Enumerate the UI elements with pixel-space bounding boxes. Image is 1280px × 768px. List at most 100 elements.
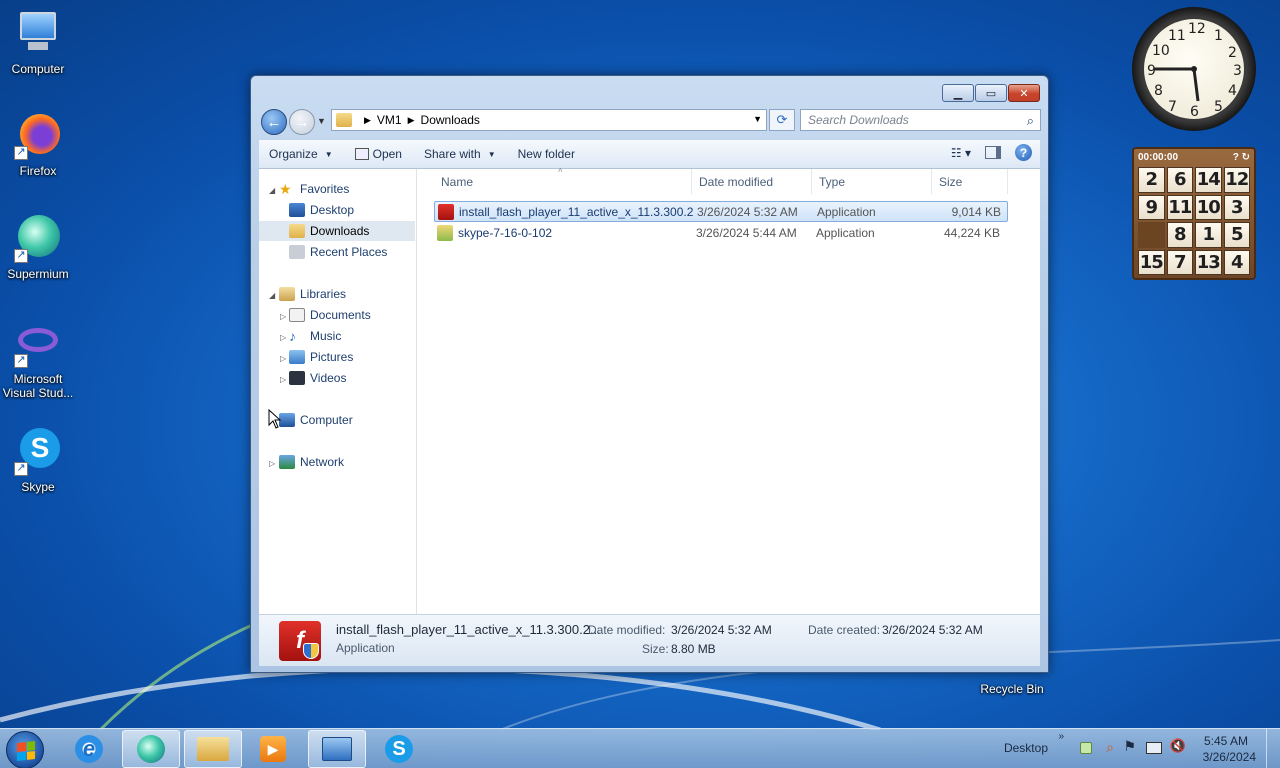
- desktop-icon-supermium[interactable]: ↗ Supermium: [0, 215, 76, 281]
- preview-pane-icon[interactable]: [985, 146, 1001, 159]
- puzzle-grid: 2 6 14 12 9 11 10 3 8 1 5 15 7 13 4: [1138, 167, 1250, 275]
- desktop-icon-computer[interactable]: Computer: [0, 10, 76, 76]
- star-icon: ★: [279, 181, 292, 197]
- installer-package-icon: [437, 224, 453, 241]
- toolbar-overflow-icon[interactable]: »: [1058, 731, 1064, 742]
- chevron-right-icon[interactable]: ▶: [408, 115, 415, 126]
- folder-icon: [336, 113, 352, 127]
- puzzle-tile[interactable]: 7: [1166, 249, 1193, 275]
- taskbar-internet-explorer[interactable]: e: [60, 730, 118, 768]
- puzzle-tile[interactable]: 2: [1138, 167, 1165, 193]
- column-header-size[interactable]: Size: [932, 169, 1008, 194]
- expand-icon[interactable]: ▷: [280, 354, 286, 363]
- clock-date[interactable]: 3/26/2024: [1203, 750, 1256, 764]
- details-pane: f install_flash_player_11_active_x_11.3.…: [259, 614, 1040, 666]
- puzzle-empty-slot[interactable]: [1138, 222, 1165, 248]
- column-header-type[interactable]: Type: [812, 169, 932, 194]
- expand-icon[interactable]: ▷: [280, 375, 286, 384]
- recent-places-icon: [289, 245, 305, 259]
- details-size-label: Size:: [642, 642, 669, 656]
- taskbar-control-panel[interactable]: [308, 730, 366, 768]
- file-row-skype-installer[interactable]: skype-7-16-0-102 3/26/2024 5:44 AM Appli…: [434, 222, 1008, 243]
- taskbar-windows-explorer[interactable]: [184, 730, 242, 768]
- nav-videos[interactable]: Videos: [289, 368, 346, 388]
- new-folder-button[interactable]: New folder: [508, 147, 587, 161]
- breadcrumb-downloads[interactable]: Downloads: [421, 113, 480, 127]
- network-status-icon[interactable]: [1146, 742, 1162, 754]
- close-button[interactable]: ✕: [1008, 84, 1040, 102]
- breadcrumb-vm1[interactable]: VM1: [377, 113, 402, 127]
- desktop-icon-visual-studio[interactable]: ↗ Microsoft Visual Stud...: [0, 320, 76, 400]
- expand-icon[interactable]: ▷: [280, 312, 286, 321]
- nav-pictures[interactable]: Pictures: [289, 347, 353, 367]
- share-with-button[interactable]: Share with ▼: [414, 147, 508, 161]
- action-center-flag-icon[interactable]: ⚑: [1123, 738, 1136, 755]
- puzzle-tile[interactable]: 4: [1223, 249, 1250, 275]
- taskbar-supermium[interactable]: [122, 730, 180, 768]
- refresh-button[interactable]: ⟳: [769, 109, 795, 131]
- file-row-flash-installer[interactable]: install_flash_player_11_active_x_11.3.30…: [434, 201, 1008, 222]
- column-header-name[interactable]: Name: [434, 169, 692, 194]
- tray-search-icon[interactable]: ⌕: [1106, 739, 1114, 756]
- taskbar-skype[interactable]: S: [370, 730, 428, 768]
- slide-puzzle-gadget[interactable]: 00:00:00 ? ↻ 2 6 14 12 9 11 10 3 8 1 5 15 7 13 4: [1132, 147, 1256, 280]
- nav-favorites[interactable]: ★ Favorites: [279, 179, 349, 199]
- puzzle-tile[interactable]: 1: [1195, 222, 1222, 248]
- nav-recent-places[interactable]: Recent Places: [289, 242, 387, 262]
- start-button[interactable]: [6, 731, 44, 768]
- organize-button[interactable]: Organize ▼: [259, 147, 345, 161]
- puzzle-tile[interactable]: 8: [1166, 222, 1193, 248]
- music-icon: ♪: [289, 328, 296, 344]
- clock-hands: [1154, 66, 1200, 102]
- tray-app-icon[interactable]: [1080, 742, 1092, 754]
- nav-libraries[interactable]: Libraries: [279, 284, 346, 304]
- nav-network[interactable]: Network: [279, 452, 344, 472]
- puzzle-tile[interactable]: 6: [1166, 167, 1193, 193]
- maximize-button[interactable]: ▭: [975, 84, 1007, 102]
- details-created-value: 3/26/2024 5:32 AM: [882, 623, 983, 637]
- help-icon[interactable]: ?: [1015, 144, 1032, 161]
- collapse-icon[interactable]: ◢: [269, 186, 275, 195]
- puzzle-tile[interactable]: 13: [1195, 249, 1222, 275]
- clock-gadget[interactable]: 12 1 2 3 4 5 6 7 8 9 10 11: [1132, 7, 1256, 131]
- change-view-icon[interactable]: ☷ ▾: [951, 146, 971, 160]
- clock-face: 12 1 2 3 4 5 6 7 8 9 10 11: [1144, 19, 1244, 120]
- volume-muted-icon[interactable]: 🔇: [1170, 738, 1186, 754]
- puzzle-tile[interactable]: 10: [1195, 194, 1222, 220]
- puzzle-tile[interactable]: 12: [1223, 167, 1250, 193]
- nav-desktop[interactable]: Desktop: [289, 200, 354, 220]
- puzzle-tile[interactable]: 14: [1195, 167, 1222, 193]
- address-bar[interactable]: ▶ VM1 ▶ Downloads ▼: [331, 109, 767, 131]
- pictures-icon: [289, 350, 305, 364]
- column-header-date-modified[interactable]: Date modified: [692, 169, 812, 194]
- chevron-right-icon[interactable]: ▶: [364, 115, 371, 126]
- puzzle-tile[interactable]: 5: [1223, 222, 1250, 248]
- open-button[interactable]: Open: [345, 147, 414, 161]
- expand-icon[interactable]: ▷: [280, 333, 286, 342]
- expand-icon[interactable]: ▷: [269, 459, 275, 468]
- back-button[interactable]: ←: [261, 109, 287, 135]
- nav-computer[interactable]: Computer: [279, 410, 353, 430]
- forward-button[interactable]: →: [289, 109, 315, 135]
- desktop-icon-recycle-bin[interactable]: Recycle Bin: [974, 682, 1050, 696]
- puzzle-tile[interactable]: 15: [1138, 249, 1165, 275]
- puzzle-tile[interactable]: 11: [1166, 194, 1193, 220]
- show-desktop-button[interactable]: [1266, 729, 1280, 768]
- desktop-icon-skype[interactable]: S ↗ Skype: [0, 428, 76, 494]
- videos-icon: [289, 371, 305, 385]
- puzzle-help-icon[interactable]: ? ↻: [1233, 152, 1250, 163]
- clock-time[interactable]: 5:45 AM: [1204, 734, 1248, 748]
- search-input[interactable]: Search Downloads ⌕: [800, 109, 1041, 131]
- collapse-icon[interactable]: ◢: [269, 291, 275, 300]
- desktop-icon-firefox[interactable]: ↗ Firefox: [0, 112, 76, 178]
- nav-music[interactable]: ♪ Music: [289, 326, 341, 346]
- puzzle-tile[interactable]: 9: [1138, 194, 1165, 220]
- minimize-button[interactable]: ▁: [942, 84, 974, 102]
- nav-downloads[interactable]: Downloads: [259, 221, 415, 241]
- desktop-toolbar-label[interactable]: Desktop: [1004, 741, 1048, 755]
- taskbar-media-player[interactable]: ▶: [244, 730, 302, 768]
- recent-pages-dropdown[interactable]: ▼: [317, 116, 326, 126]
- address-dropdown-icon[interactable]: ▼: [753, 114, 762, 124]
- nav-documents[interactable]: Documents: [289, 305, 371, 325]
- puzzle-tile[interactable]: 3: [1223, 194, 1250, 220]
